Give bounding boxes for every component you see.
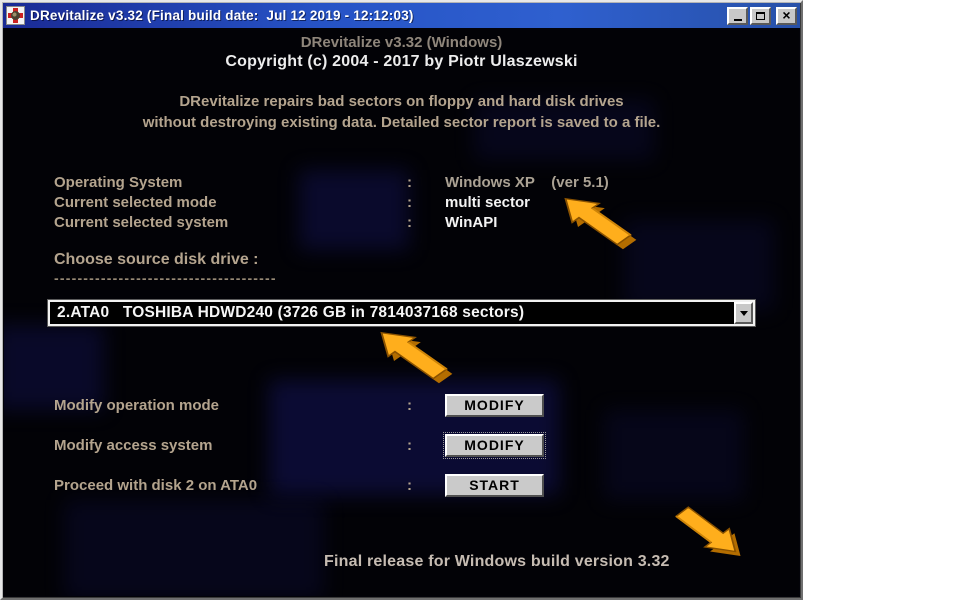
background-blotch xyxy=(64,500,324,596)
info-separator: : xyxy=(407,174,445,191)
modify-access-system-button[interactable]: MODIFY xyxy=(445,434,544,457)
description-line2: without destroying existing data. Detail… xyxy=(4,114,799,131)
info-row-system: Current selected system : WinAPI xyxy=(54,212,609,232)
start-button[interactable]: START xyxy=(445,474,544,497)
info-row-mode: Current selected mode : multi sector xyxy=(54,192,609,212)
minimize-icon xyxy=(734,19,742,21)
action-separator: : xyxy=(407,437,445,454)
close-icon: × xyxy=(782,8,790,22)
info-value-os: Windows XP (ver 5.1) xyxy=(445,174,609,191)
action-label: Modify access system xyxy=(54,437,407,454)
window-title: DRevitalize v3.32 (Final build date: Jul… xyxy=(25,8,725,23)
minimize-button[interactable] xyxy=(727,7,748,25)
app-icon xyxy=(6,6,25,25)
pointer-arrow-icon xyxy=(372,326,460,388)
selected-drive-text: 2.ATA0 TOSHIBA HDWD240 (3726 GB in 78140… xyxy=(50,304,734,322)
action-label: Proceed with disk 2 on ATA0 xyxy=(54,477,407,494)
system-info: Operating System : Windows XP (ver 5.1) … xyxy=(54,172,609,232)
info-label: Current selected mode xyxy=(54,194,407,211)
desktop: DRevitalize v3.32 (Final build date: Jul… xyxy=(0,0,960,600)
info-value-system: WinAPI xyxy=(445,214,609,231)
action-separator: : xyxy=(407,397,445,414)
pointer-arrow-icon xyxy=(664,498,744,558)
titlebar[interactable]: DRevitalize v3.32 (Final build date: Jul… xyxy=(3,3,800,28)
info-row-os: Operating System : Windows XP (ver 5.1) xyxy=(54,172,609,192)
client-area: DRevitalize v3.32 (Windows) Copyright (c… xyxy=(4,30,799,596)
info-label: Operating System xyxy=(54,174,407,191)
background-blotch xyxy=(604,410,744,500)
choose-drive-underline: -------------------------------------- xyxy=(54,270,277,286)
action-row-operation-mode: Modify operation mode : MODIFY xyxy=(54,392,544,418)
choose-drive-heading: Choose source disk drive : xyxy=(54,251,259,269)
info-label: Current selected system xyxy=(54,214,407,231)
footer-text: Final release for Windows build version … xyxy=(324,553,670,571)
drevitalize-window: DRevitalize v3.32 (Final build date: Jul… xyxy=(0,0,803,600)
info-separator: : xyxy=(407,194,445,211)
description-line1: DRevitalize repairs bad sectors on flopp… xyxy=(4,93,799,110)
background-blotch xyxy=(624,220,774,310)
action-row-proceed: Proceed with disk 2 on ATA0 : START xyxy=(54,472,544,498)
copyright-text: Copyright (c) 2004 - 2017 by Piotr Ulasz… xyxy=(4,53,799,71)
drive-select-dropdown[interactable]: 2.ATA0 TOSHIBA HDWD240 (3726 GB in 78140… xyxy=(48,300,755,326)
info-separator: : xyxy=(407,214,445,231)
info-value-mode: multi sector xyxy=(445,194,609,211)
action-separator: : xyxy=(407,477,445,494)
action-label: Modify operation mode xyxy=(54,397,407,414)
modify-operation-mode-button[interactable]: MODIFY xyxy=(445,394,544,417)
maximize-button[interactable] xyxy=(750,7,771,25)
app-title-text: DRevitalize v3.32 (Windows) xyxy=(4,34,799,51)
action-row-access-system: Modify access system : MODIFY xyxy=(54,432,544,458)
close-button[interactable]: × xyxy=(776,7,797,25)
chevron-down-icon xyxy=(740,311,748,316)
dropdown-button[interactable] xyxy=(734,302,753,324)
maximize-icon xyxy=(756,12,765,20)
